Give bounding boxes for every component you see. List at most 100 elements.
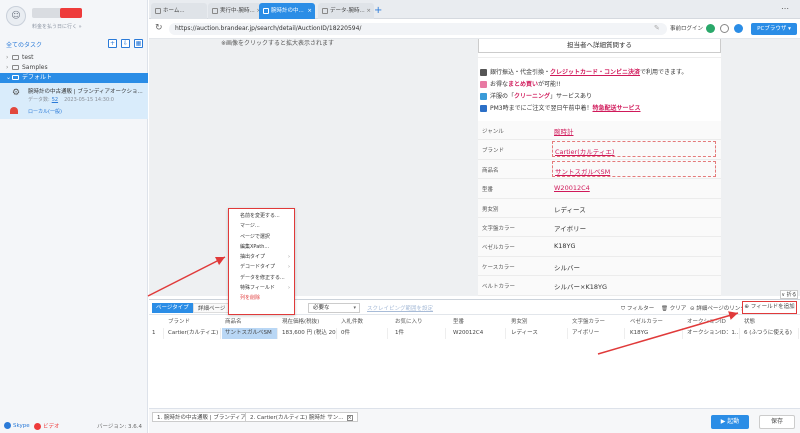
table-row[interactable]: 1 Cartier(カルティエ) サントスガルベSM 183,600 円 (税込…: [149, 328, 800, 339]
spec-value[interactable]: サントスガルベSM: [552, 160, 716, 177]
promo-text: 銀行振込・代金引換・: [490, 69, 551, 76]
url-input[interactable]: https://auction.brandear.jp/search/detai…: [169, 23, 667, 35]
column-header[interactable]: 文字盤カラー: [569, 317, 625, 328]
table-cell[interactable]: K18YG: [627, 328, 683, 339]
tab-home[interactable]: ホーム...: [151, 3, 207, 19]
table-cell[interactable]: Cartier(カルティエ): [165, 328, 221, 339]
detail-page-button[interactable]: 詳細ページ: [193, 303, 231, 313]
save-button[interactable]: 保存: [759, 415, 795, 429]
skype-link[interactable]: Skype: [4, 422, 30, 429]
clock-icon[interactable]: [720, 24, 729, 33]
menu-item-select-on-page[interactable]: ページで選択: [229, 232, 294, 242]
data-count[interactable]: 52: [52, 97, 58, 103]
more-icon[interactable]: ⋯: [781, 4, 790, 13]
table-cell[interactable]: サントスガルベSM: [222, 328, 278, 339]
edit-url-icon[interactable]: ✎: [654, 24, 660, 32]
spec-row-genre: ジャンル 腕時計: [478, 121, 721, 141]
bulk-link[interactable]: まとめ買い: [508, 81, 538, 88]
new-tab-icon[interactable]: +: [374, 5, 382, 16]
add-field-button[interactable]: ⊕ フィールドを追加: [742, 301, 797, 314]
avatar[interactable]: ☺: [6, 6, 26, 26]
import-icon[interactable]: ⇩: [121, 39, 130, 48]
column-header[interactable]: ブランド: [165, 317, 221, 328]
column-header[interactable]: ベゼルカラー: [627, 317, 683, 328]
start-button[interactable]: ▶ 起動: [711, 415, 749, 429]
table-cell[interactable]: オークションID：1...: [684, 328, 740, 339]
crawl-mode-link[interactable]: ローカル(一般): [28, 108, 62, 115]
menu-item-extract-type[interactable]: 抽出タイプ ›: [229, 252, 294, 262]
table-cell[interactable]: 183,600 円 (税込 20...: [279, 328, 337, 339]
data-count-label: データ数:: [28, 97, 50, 103]
inquire-button[interactable]: 担当者へ詳細質問する: [478, 39, 721, 53]
task-card[interactable]: ⚙ 腕時計の中古通販 | ブランディアオークショ... データ数: 52 2023-…: [0, 83, 148, 119]
spec-row-belt: ベルトカラー シルバー×K18YG: [478, 276, 721, 296]
info-icon[interactable]: [734, 24, 743, 33]
column-header[interactable]: 現在価格(税抜): [279, 317, 337, 328]
clear-button[interactable]: 🗑 クリア: [661, 304, 686, 312]
column-header[interactable]: 入札件数: [338, 317, 388, 328]
step-tab-1[interactable]: 1. 腕時計の中古通販 | ブランディア...: [152, 412, 257, 422]
menu-item-special-field[interactable]: 特殊フィールド ›: [229, 283, 294, 293]
filter-button[interactable]: ⛉ フィルター: [621, 304, 654, 313]
spec-table: ジャンル 腕時計 ブランド Cartier(カルティエ) 商品名 サントスガルベSM …: [478, 121, 721, 296]
folder-icon: [12, 55, 19, 60]
table-cell[interactable]: レディース: [508, 328, 568, 339]
tree-item-test[interactable]: › test: [0, 53, 148, 63]
column-header[interactable]: 状態: [741, 317, 799, 328]
tab-data[interactable]: データ-腕時... ×: [318, 3, 374, 19]
table-cell[interactable]: 1件: [392, 328, 446, 339]
table-cell[interactable]: W20012C4: [450, 328, 506, 339]
table-cell[interactable]: 0件: [338, 328, 388, 339]
tree-item-samples[interactable]: › Samples: [0, 63, 148, 73]
spec-value[interactable]: 腕時計: [554, 126, 574, 136]
column-header[interactable]: 男女別: [508, 317, 568, 328]
collapse-button[interactable]: ∨ 折る: [780, 290, 798, 299]
column-header[interactable]: 型番: [450, 317, 506, 328]
table-cell[interactable]: 6 (ふつうに使える): [741, 328, 799, 339]
close-icon[interactable]: ×: [307, 3, 312, 19]
new-task-icon[interactable]: +: [108, 39, 117, 48]
cleaning-link[interactable]: クリーニング: [514, 93, 550, 100]
menu-item-merge[interactable]: マージ...: [229, 221, 294, 231]
video-link[interactable]: ビデオ: [34, 422, 60, 430]
menu-item-modify-data[interactable]: データを修正する...: [229, 273, 294, 283]
filter-icon: ⛉: [621, 306, 626, 312]
tree-item-label: Samples: [22, 64, 48, 71]
upgrade-link[interactable]: 料金を払う日に行く »: [32, 23, 82, 30]
login-button[interactable]: 事前ログイン: [670, 24, 703, 32]
task-meta: データ数: 52 2023-05-15 14:30:0: [28, 96, 114, 103]
page-type-button[interactable]: ページタイプ: [152, 303, 193, 313]
home-icon: [155, 7, 161, 14]
mode-select[interactable]: 必要な ▾: [308, 303, 360, 313]
video-icon: [34, 423, 41, 430]
payment-link[interactable]: クレジットカード・コンビニ決済: [550, 69, 640, 76]
tree-item-default[interactable]: ⌄ デフォルト: [0, 73, 148, 83]
column-header[interactable]: オークションID: [684, 317, 740, 328]
menu-item-decode-type[interactable]: デコードタイプ ›: [229, 262, 294, 272]
all-tasks-label[interactable]: 全てのタスク: [6, 40, 42, 49]
express-link[interactable]: 特急配送サービス: [593, 105, 641, 112]
reload-icon[interactable]: ↻: [155, 23, 163, 33]
table-cell[interactable]: アイボリー: [569, 328, 625, 339]
spec-value[interactable]: Cartier(カルティエ): [552, 141, 716, 158]
detail-link-button[interactable]: ⊝ 詳細ページのリンク: [690, 304, 746, 312]
grid-view-icon[interactable]: ▦: [134, 39, 143, 48]
step-tab-2[interactable]: 2. Cartier(カルティエ) 腕時計 サン... ×: [245, 412, 358, 422]
status-icon[interactable]: [706, 24, 715, 33]
tab-watch[interactable]: 腕時計の中... ×: [259, 3, 315, 19]
close-icon[interactable]: ×: [346, 415, 353, 421]
menu-item-delete-column[interactable]: 列を削除: [229, 293, 294, 303]
pc-browser-button[interactable]: PCブラウザ ▾: [751, 23, 797, 35]
spec-row-model: 型番 W20012C4: [478, 179, 721, 199]
scrape-range-link[interactable]: スクレイピング範囲を設定: [367, 304, 433, 312]
folder-icon: [12, 65, 19, 70]
column-header[interactable]: お気に入り: [392, 317, 446, 328]
tab-label: 実行中-腕時...: [220, 8, 255, 14]
menu-item-edit-xpath[interactable]: 編集XPath...: [229, 242, 294, 252]
tab-label: データ-腕時...: [330, 8, 365, 14]
column-header[interactable]: 商品名: [222, 317, 278, 328]
tab-running[interactable]: 実行中-腕時...×: [208, 3, 264, 19]
menu-item-rename[interactable]: 名前を変更する...: [229, 211, 294, 221]
close-icon[interactable]: ×: [366, 3, 371, 19]
spec-value[interactable]: W20012C4: [554, 184, 590, 192]
